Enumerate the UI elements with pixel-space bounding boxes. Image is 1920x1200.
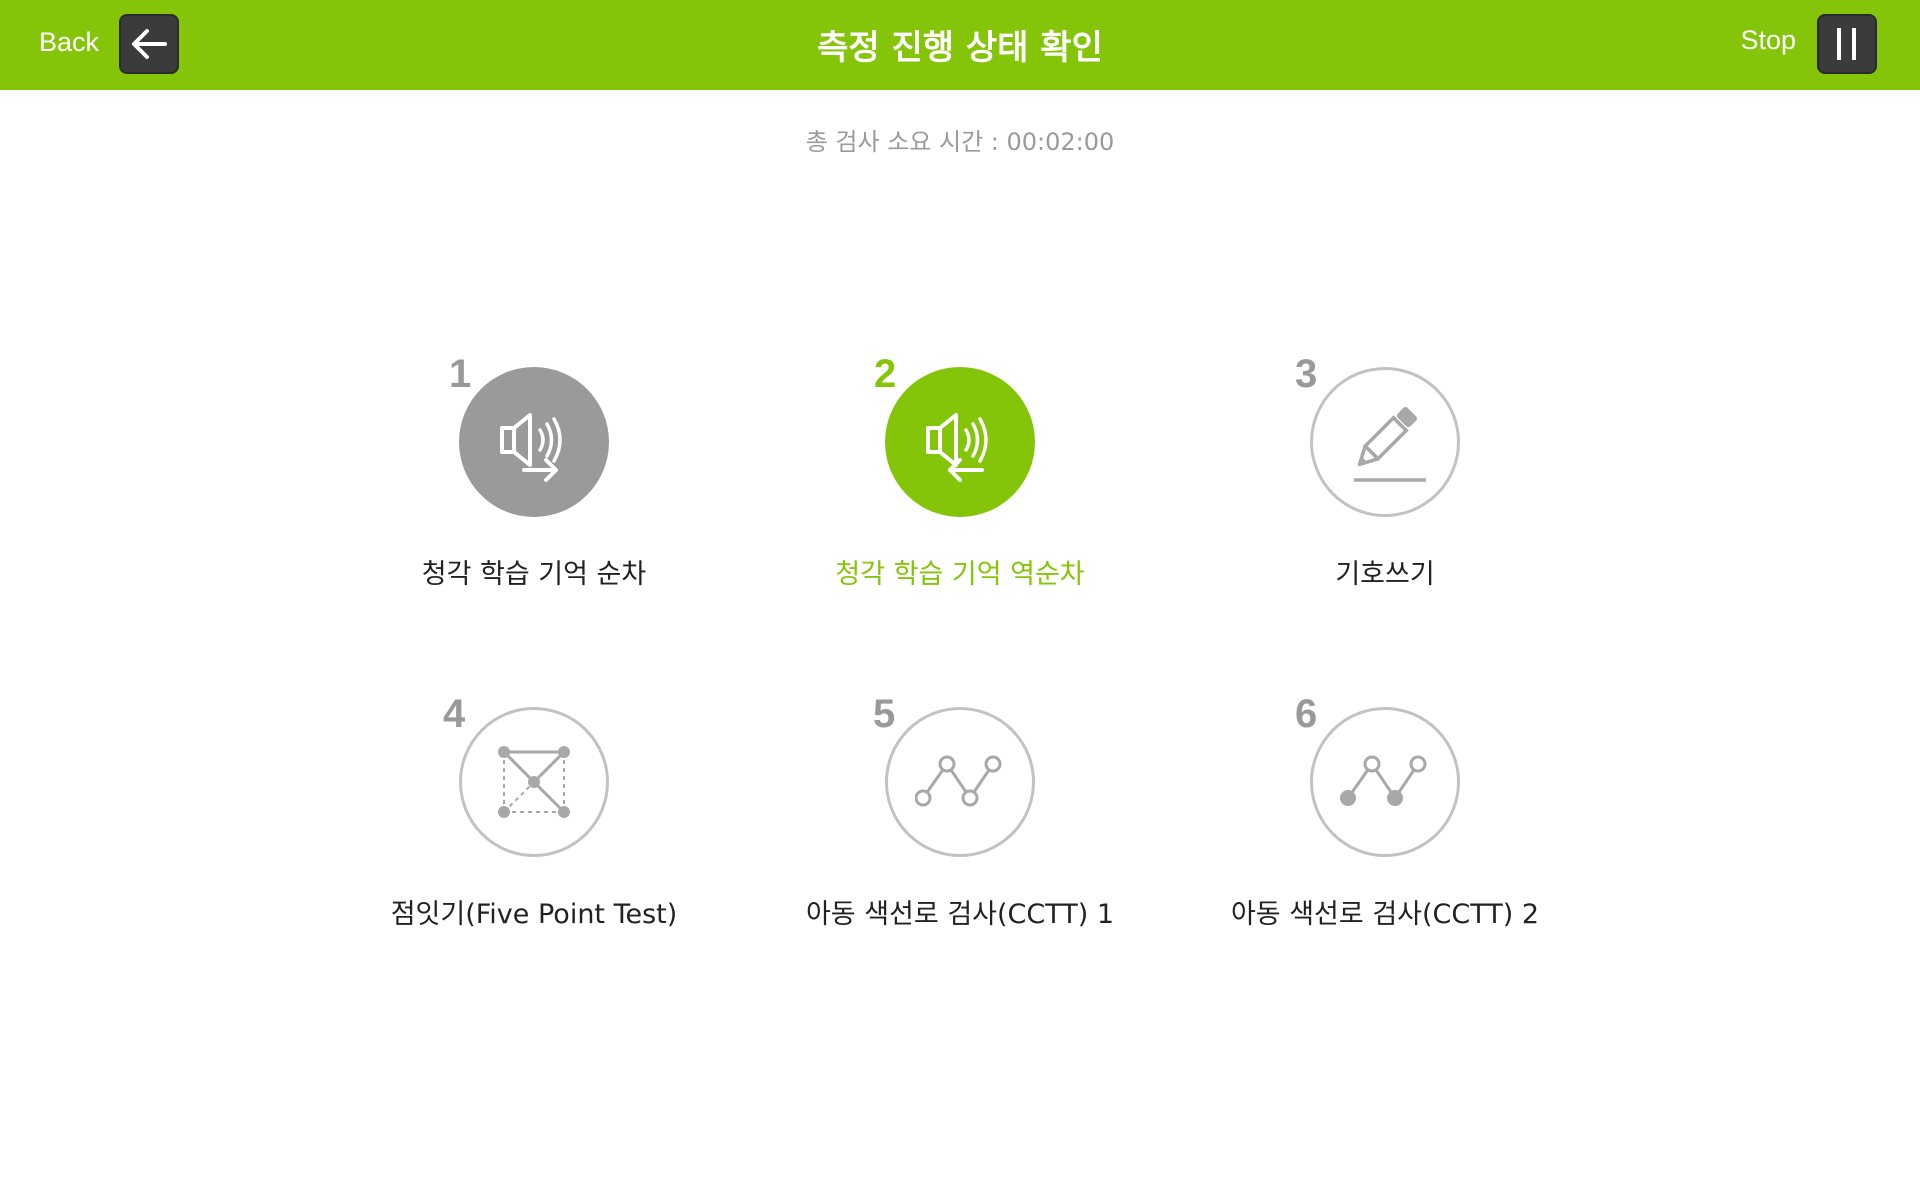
step-label: 청각 학습 기억 역순차: [835, 559, 1085, 590]
test-item-auditory-forward[interactable]: 1 청각 학습 기억 순차: [354, 322, 714, 590]
test-item-five-point[interactable]: 4 점잇기(Five Point Test): [354, 662, 714, 930]
step-number: 1: [449, 352, 472, 396]
step-circle: [1310, 367, 1460, 517]
step-label: 아동 색선로 검사(CCTT) 2: [1230, 899, 1540, 930]
test-item-cctt-2[interactable]: 6 아동 색선로 검사(CCTT) 2: [1205, 662, 1565, 930]
step-number: 4: [443, 692, 466, 736]
test-item-cctt-1[interactable]: 5 아동 색선로 검사(CCTT) 1: [780, 662, 1140, 930]
step-circle: [459, 707, 609, 857]
test-item-auditory-backward[interactable]: 2 청각 학습 기억 역순차: [780, 322, 1140, 590]
step-number: 5: [873, 692, 896, 736]
trail-open-icon: [915, 755, 1002, 807]
step-circle: [459, 367, 609, 517]
step-circle: [885, 707, 1035, 857]
stop-button[interactable]: [1817, 14, 1877, 74]
total-time-text: 총 검사 소요 시간 : 00:02:00: [805, 128, 1115, 156]
test-item-symbol-writing[interactable]: 3 기호쓰기: [1205, 322, 1565, 590]
step-number: 3: [1295, 352, 1318, 396]
five-point-icon: [498, 746, 570, 818]
page-title: 측정 진행 상태 확인: [817, 28, 1103, 68]
speaker-forward-icon: [500, 413, 562, 482]
step-label: 청각 학습 기억 순차: [421, 559, 647, 590]
step-number: 6: [1295, 692, 1318, 736]
speaker-backward-icon: [926, 413, 988, 482]
step-circle: [885, 367, 1035, 517]
step-circle: [1310, 707, 1460, 857]
step-label: 아동 색선로 검사(CCTT) 1: [805, 899, 1115, 930]
pause-icon: [1837, 28, 1856, 60]
pencil-icon: [1354, 407, 1426, 482]
trail-mixed-icon: [1340, 755, 1427, 806]
step-number: 2: [874, 352, 897, 396]
header-bar: Back 측정 진행 상태 확인 Stop: [0, 0, 1920, 90]
step-label: 점잇기(Five Point Test): [390, 899, 678, 930]
stop-label[interactable]: Stop: [1740, 25, 1796, 56]
step-label: 기호쓰기: [1335, 559, 1435, 590]
